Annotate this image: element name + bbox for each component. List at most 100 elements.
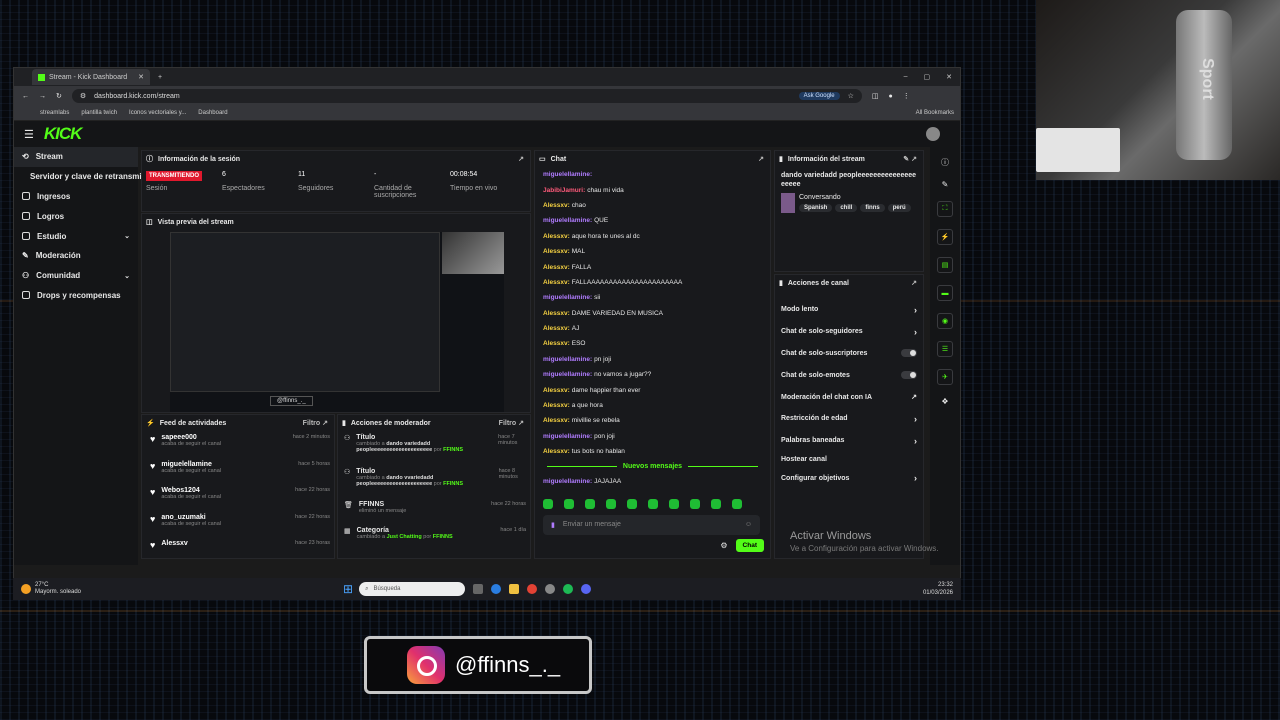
close-window-icon[interactable]: ✕	[946, 73, 952, 81]
popout-icon[interactable]: ↗	[518, 420, 524, 427]
popout-icon[interactable]: ↗	[911, 279, 917, 287]
action-host-channel[interactable]: Hostear canal	[775, 452, 923, 468]
chat-username[interactable]: miguelellamine:	[543, 356, 592, 363]
discord-icon[interactable]	[581, 584, 592, 594]
wrench-icon[interactable]: ✈	[937, 369, 953, 385]
extensions-icon[interactable]: ◫	[872, 92, 879, 100]
emote-icon[interactable]	[564, 498, 574, 509]
taskbar-search[interactable]: ⌕ Búsqueda	[359, 582, 466, 596]
emote-icon[interactable]	[543, 498, 553, 509]
emote-icon[interactable]	[711, 498, 721, 509]
sidebar-item-comunidad[interactable]: ⚇ Comunidad ⌄	[14, 266, 138, 286]
sidebar-item-ingresos[interactable]: Ingresos	[14, 187, 138, 207]
chat-username[interactable]: miguelellamine:	[543, 217, 592, 224]
chat-username[interactable]: Alessxv:	[543, 248, 570, 255]
list-icon[interactable]: ☰	[937, 341, 953, 357]
emote-icon[interactable]	[690, 498, 700, 509]
new-tab-icon[interactable]: +	[158, 74, 162, 81]
chat-username[interactable]: Alessxv:	[543, 233, 570, 240]
minimize-icon[interactable]: –	[904, 73, 908, 81]
bookmark-star-icon[interactable]: ☆	[848, 92, 854, 100]
sidebar-item-logros[interactable]: Logros	[14, 206, 138, 226]
action-ai-moderation[interactable]: Moderación del chat con IA ↗	[775, 386, 923, 408]
emote-icon[interactable]	[669, 498, 679, 509]
feed-user[interactable]: miguelellamine	[161, 461, 221, 468]
filter-button[interactable]: Filtro	[303, 420, 321, 427]
spotify-icon[interactable]	[563, 584, 574, 594]
emote-icon[interactable]	[585, 498, 595, 509]
emoji-icon[interactable]: ☺	[745, 521, 752, 528]
filter-button[interactable]: Filtro	[499, 420, 517, 427]
chat-username[interactable]: miguelellamine:	[543, 371, 592, 378]
clip-icon[interactable]: ⛶	[937, 201, 953, 217]
forward-icon[interactable]: →	[39, 93, 46, 100]
user-avatar[interactable]	[926, 127, 940, 141]
action-slow-mode[interactable]: Modo lento ›	[775, 299, 923, 321]
sidebar-item-server-key[interactable]: Servidor y clave de retransmisión	[14, 167, 158, 187]
chat-username[interactable]: Alessxv:	[543, 310, 570, 317]
note-icon[interactable]: ▤	[937, 257, 953, 273]
edit-pencil-icon[interactable]: ✎	[942, 180, 949, 189]
settings-gear-icon[interactable]: ⚙	[720, 541, 727, 550]
emotes-only-toggle[interactable]	[901, 371, 917, 380]
menu-kebab-icon[interactable]: ⋮	[903, 92, 910, 100]
all-bookmarks-button[interactable]: All Bookmarks	[916, 110, 954, 116]
ask-google-button[interactable]: Ask Google	[798, 92, 840, 100]
category-name[interactable]: Conversando	[799, 194, 911, 201]
chrome-icon[interactable]	[527, 584, 538, 594]
url-box[interactable]: ⚙ dashboard.kick.com/stream Ask Google ☆	[71, 89, 862, 103]
tab-kick-dashboard[interactable]: Stream - Kick Dashboard ✕	[32, 69, 150, 85]
chat-username[interactable]: Alessxv:	[543, 387, 570, 394]
maximize-icon[interactable]: ▢	[924, 73, 931, 81]
kick-logo[interactable]: KICK	[44, 124, 83, 144]
task-view-icon[interactable]	[473, 584, 484, 594]
chat-username[interactable]: Alessxv:	[543, 264, 570, 271]
sidebar-item-moderacion[interactable]: ✎ Moderación	[14, 246, 138, 266]
action-followers-only[interactable]: Chat de solo-seguidores ›	[775, 321, 923, 343]
action-goals[interactable]: Configurar objetivos ›	[775, 468, 923, 490]
feed-user[interactable]: Webos1204	[161, 487, 221, 494]
popout-icon[interactable]: ↗	[518, 155, 524, 163]
chat-username[interactable]: Alessxv:	[543, 402, 570, 409]
emote-icon[interactable]	[606, 498, 616, 509]
chat-username[interactable]: miguelellamine:	[543, 171, 592, 178]
mod-action-user[interactable]: FFINNS	[443, 481, 463, 487]
file-explorer-icon[interactable]	[509, 584, 520, 594]
chat-input[interactable]: ▮ Enviar un mensaje ☺	[543, 514, 760, 535]
chat-username[interactable]: Alessxv:	[543, 417, 570, 424]
edit-pencil-icon[interactable]: ✎	[903, 156, 909, 163]
new-messages-divider[interactable]: Nuevos mensajes	[535, 459, 770, 473]
action-age-restriction[interactable]: Restricción de edad ›	[775, 408, 923, 430]
taskbar-clock[interactable]: 23:32 01/03/2026	[923, 581, 961, 597]
hamburger-menu-icon[interactable]: ☰	[24, 128, 34, 141]
popout-icon[interactable]: ↗	[758, 155, 764, 163]
bookmark-item[interactable]: streamlabs	[40, 110, 69, 116]
stream-preview-video[interactable]: @ffinns_._	[170, 232, 504, 412]
chat-username[interactable]: Alessxv:	[543, 325, 570, 332]
bookmark-item[interactable]: Dashboard	[198, 110, 227, 116]
bookmark-item[interactable]: Iconos vectoriales y...	[129, 110, 186, 116]
popout-icon[interactable]: ↗	[911, 156, 917, 163]
shapes-icon[interactable]: ❖	[941, 397, 948, 406]
mod-action-user[interactable]: FFINNS	[443, 447, 463, 453]
profile-icon[interactable]: ●	[889, 93, 893, 100]
feed-user[interactable]: ano_uzumaki	[161, 514, 221, 521]
broadcast-icon[interactable]: ◉	[937, 313, 953, 329]
info-icon[interactable]: ⓘ	[941, 157, 949, 168]
emote-icon[interactable]	[648, 498, 658, 509]
site-info-icon[interactable]: ⚙	[80, 92, 86, 100]
sidebar-item-estudio[interactable]: Estudio ⌄	[14, 226, 138, 246]
back-icon[interactable]: ←	[22, 93, 29, 100]
feed-user[interactable]: sapeee000	[161, 434, 221, 441]
chat-username[interactable]: miguelellamine:	[543, 478, 592, 485]
subs-only-toggle[interactable]	[901, 349, 917, 358]
chat-username[interactable]: miguelellamine:	[543, 433, 592, 440]
lightning-icon[interactable]: ⚡	[937, 229, 953, 245]
chat-username[interactable]: Alessxv:	[543, 202, 570, 209]
bookmark-item[interactable]: plantilla twich	[81, 110, 117, 116]
category-thumbnail[interactable]	[781, 193, 795, 213]
chat-username[interactable]: JabibiJamuri:	[543, 187, 585, 194]
chat-username[interactable]: Alessxv:	[543, 340, 570, 347]
send-chat-button[interactable]: Chat	[735, 538, 764, 552]
reload-icon[interactable]: ↻	[56, 92, 62, 100]
